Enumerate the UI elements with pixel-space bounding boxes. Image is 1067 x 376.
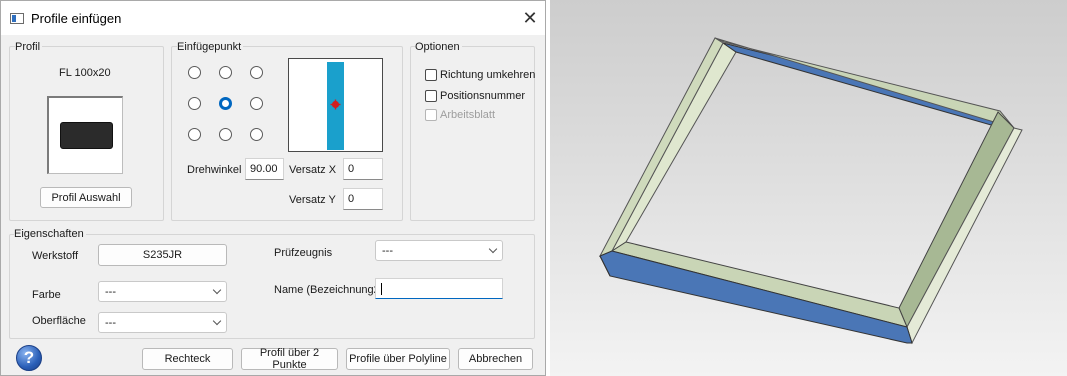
pruefzeugnis-value: --- — [382, 244, 393, 257]
positionsnummer-label: Positionsnummer — [440, 90, 525, 102]
radio-bottom-center[interactable] — [219, 128, 232, 141]
profile-name: FL 100x20 — [59, 67, 111, 79]
radio-middle-left[interactable] — [188, 97, 201, 110]
einfuegepunkt-group-label: Einfügepunkt — [177, 41, 244, 53]
richtung-umkehren-checkbox[interactable]: Richtung umkehren — [425, 69, 535, 81]
chevron-down-icon — [488, 244, 498, 253]
arbeitsblatt-box — [425, 109, 437, 121]
profil-2-punkte-button[interactable]: Profil über 2 Punkte — [241, 347, 338, 371]
drehwinkel-label: Drehwinkel — [187, 164, 242, 176]
frame-face-right-outer — [906, 127, 1023, 345]
farbe-value: --- — [105, 285, 116, 298]
radio-middle-center[interactable] — [219, 97, 232, 110]
arbeitsblatt-checkbox: Arbeitsblatt — [425, 109, 495, 121]
profil-auswahl-button[interactable]: Profil Auswahl — [40, 187, 132, 208]
3d-viewport[interactable] — [550, 0, 1067, 376]
pruefzeugnis-label: Prüfzeugnis — [274, 247, 333, 259]
profile-cross-section — [60, 122, 113, 149]
text-caret — [381, 282, 382, 295]
frame-face-back-left — [610, 42, 737, 253]
optionen-group-label: Optionen — [415, 41, 462, 53]
drehwinkel-value: 90.00 — [250, 163, 278, 175]
insertion-marker-icon — [330, 99, 341, 110]
chevron-down-icon — [212, 285, 222, 294]
pruefzeugnis-select[interactable]: --- — [375, 240, 503, 261]
oberflaeche-label: Oberfläche — [32, 315, 86, 327]
farbe-select[interactable]: --- — [98, 281, 227, 302]
profile-preview — [47, 96, 123, 174]
frame-face-right — [898, 111, 1015, 329]
positionsnummer-box — [425, 90, 437, 102]
app-icon — [10, 13, 24, 24]
radio-bottom-left[interactable] — [188, 128, 201, 141]
help-icon[interactable]: ? — [16, 345, 42, 371]
frame-face-back — [722, 42, 999, 128]
title-bar: Profile einfügen ✕ — [1, 1, 545, 35]
arbeitsblatt-label: Arbeitsblatt — [440, 109, 496, 121]
frame-edge-back — [714, 37, 1016, 129]
radio-top-left[interactable] — [188, 66, 201, 79]
chevron-down-icon — [212, 316, 222, 325]
radio-middle-right[interactable] — [250, 97, 263, 110]
name-input[interactable] — [375, 278, 503, 299]
profile-polyline-button[interactable]: Profile über Polyline — [346, 348, 450, 370]
oberflaeche-select[interactable]: --- — [98, 312, 227, 333]
versatz-x-label: Versatz X — [289, 164, 337, 176]
name-label: Name (Bezeichnung2) — [274, 284, 384, 296]
profile-insert-dialog: Profile einfügen ✕ Profil FL 100x20 Prof… — [0, 0, 546, 376]
farbe-label: Farbe — [32, 289, 61, 301]
window-title: Profile einfügen — [31, 11, 122, 26]
werkstoff-label: Werkstoff — [32, 250, 79, 262]
versatz-y-value: 0 — [348, 193, 355, 205]
insertion-preview — [288, 58, 383, 152]
radio-top-center[interactable] — [219, 66, 232, 79]
rectangular-frame-model — [598, 37, 1023, 345]
versatz-y-label: Versatz Y — [289, 194, 336, 206]
oberflaeche-value: --- — [105, 316, 116, 329]
abbrechen-button[interactable]: Abbrechen — [458, 348, 533, 370]
profil-group-label: Profil — [15, 41, 43, 53]
radio-top-right[interactable] — [250, 66, 263, 79]
richtung-umkehren-box — [425, 69, 437, 81]
versatz-x-value: 0 — [348, 163, 355, 175]
frame-edge-left — [598, 37, 724, 257]
positionsnummer-checkbox[interactable]: Positionsnummer — [425, 90, 525, 102]
rechteck-button[interactable]: Rechteck — [142, 348, 233, 370]
drehwinkel-input[interactable]: 90.00 — [245, 158, 284, 180]
versatz-x-input[interactable]: 0 — [343, 158, 383, 180]
werkstoff-button[interactable]: S235JR — [98, 244, 227, 266]
eigenschaften-group-label: Eigenschaften — [14, 228, 86, 240]
versatz-y-input[interactable]: 0 — [343, 188, 383, 210]
frame-face-front — [599, 250, 913, 344]
radio-bottom-right[interactable] — [250, 128, 263, 141]
richtung-umkehren-label: Richtung umkehren — [440, 69, 536, 81]
close-icon[interactable]: ✕ — [519, 7, 541, 29]
